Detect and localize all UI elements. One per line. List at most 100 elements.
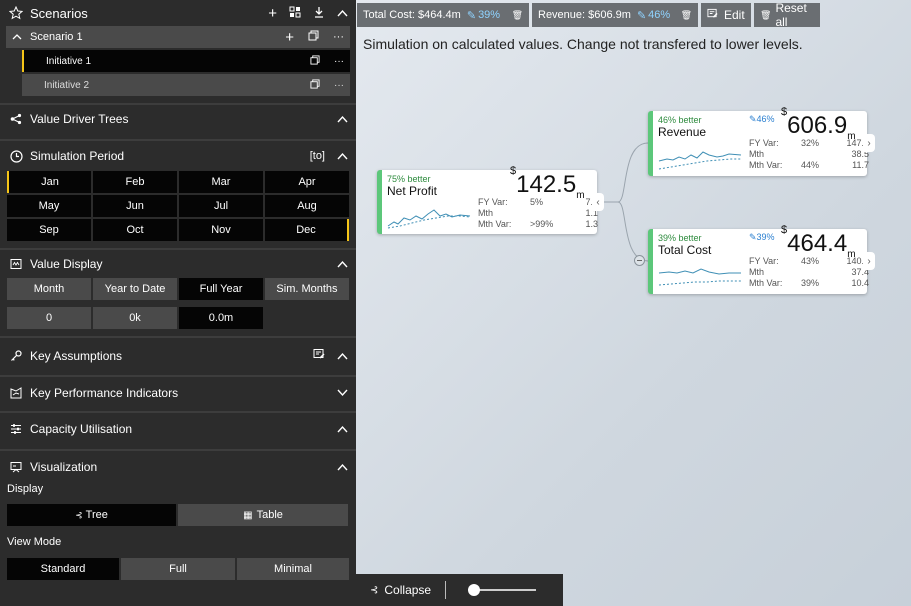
net-profit-card[interactable]: 75% better Net Profit $142.5m FY Var:5%7… [377, 165, 598, 234]
tree-label: Tree [85, 509, 108, 521]
value-text: 464.4 [787, 230, 848, 257]
kpi-title: Key Performance Indicators [30, 386, 179, 400]
chevron-left-icon[interactable]: ‹ [592, 193, 604, 211]
value-display-header[interactable]: Value Display [0, 250, 356, 278]
value-driver-trees-header[interactable]: Value Driver Trees [0, 105, 356, 133]
month-apr[interactable]: Apr [265, 171, 349, 193]
divider [445, 581, 447, 599]
slider-thumb[interactable] [468, 584, 481, 596]
display-tree-button[interactable]: ⊰ Tree [7, 504, 176, 526]
chevron-up-icon[interactable] [337, 349, 348, 363]
period-badge[interactable]: [to] [310, 150, 325, 162]
divider [0, 133, 356, 141]
cell: 1.3 [585, 218, 598, 229]
view-mode-toggle: Standard Full Minimal [0, 558, 356, 580]
chevron-up-icon[interactable] [337, 460, 348, 474]
star-icon [8, 5, 24, 21]
row: Mth Var: >99% 1.3 [478, 218, 598, 229]
net-profit-sparkline [387, 209, 471, 229]
collapse-button[interactable]: Collapse [384, 583, 431, 597]
visualization-title: Visualization [30, 460, 98, 474]
format-thousands[interactable]: 0k [93, 307, 177, 329]
mode-month[interactable]: Month [7, 278, 91, 300]
more-icon[interactable]: ··· [334, 80, 344, 91]
scenario-1-row[interactable]: Scenario 1 + ··· [6, 26, 350, 48]
view-minimal-button[interactable]: Minimal [237, 558, 349, 580]
chevron-down-icon[interactable] [337, 386, 348, 400]
download-icon[interactable] [313, 6, 325, 21]
sliders-icon [8, 421, 24, 437]
chevron-right-icon[interactable]: › [863, 252, 875, 270]
cell: 44% [801, 159, 820, 170]
minus-circle-icon[interactable] [634, 255, 645, 266]
value-mode-row: Month Year to Date Full Year Sim. Months [0, 278, 356, 300]
month-jun[interactable]: Jun [93, 195, 177, 217]
visualization-icon [8, 459, 24, 475]
cell: Mth Var: [749, 277, 783, 288]
cell: FY Var: [478, 196, 508, 207]
chevron-up-icon[interactable] [337, 149, 348, 163]
revenue-table: FY Var: 32% 147.5 Mth 38.5 Mth Var: 44% 11.7 [749, 137, 869, 170]
display-label: Display [7, 483, 44, 495]
chevron-up-icon[interactable] [337, 112, 348, 126]
cell: 32% [801, 137, 820, 148]
capacity-header[interactable]: Capacity Utilisation [0, 413, 356, 445]
key-assumptions-header[interactable]: Key Assumptions [0, 338, 356, 373]
month-nov[interactable]: Nov [179, 219, 263, 241]
edit-list-icon[interactable] [313, 348, 325, 363]
main-canvas: Total Cost: $464.4m ✎ 39% 🗑︎ Revenue: $6… [356, 0, 911, 606]
month-dec[interactable]: Dec [265, 219, 349, 241]
view-full-button[interactable]: Full [121, 558, 235, 580]
mode-full-year[interactable]: Full Year [179, 278, 263, 300]
row: FY Var: 32% 147.5 [749, 137, 869, 148]
format-units[interactable]: 0 [7, 307, 91, 329]
copy-icon[interactable] [310, 54, 320, 68]
chevron-up-icon[interactable] [12, 31, 22, 43]
chevron-up-icon[interactable] [337, 422, 348, 436]
scenarios-title: Scenarios [30, 5, 88, 21]
revenue-card[interactable]: 46% better Revenue ✎46% $606.9m FY Var: 3… [648, 106, 869, 176]
format-millions[interactable]: 0.0m [179, 307, 263, 329]
month-sep[interactable]: Sep [7, 219, 91, 241]
add-icon[interactable]: + [285, 29, 294, 46]
initiative-2-row[interactable]: Initiative 2 ··· [22, 74, 350, 96]
mode-ytd[interactable]: Year to Date [93, 278, 177, 300]
month-feb[interactable]: Feb [93, 171, 177, 193]
zoom-slider[interactable] [468, 584, 540, 596]
total-cost-card[interactable]: 39% better Total Cost ✎39% $464.4m FY Va… [648, 224, 869, 294]
month-may[interactable]: May [7, 195, 91, 217]
visualization-header[interactable]: Visualization [0, 451, 356, 483]
month-aug[interactable]: Aug [265, 195, 349, 217]
copy-icon[interactable] [310, 78, 320, 92]
mode-sim-months[interactable]: Sim. Months [265, 278, 349, 300]
divider [0, 96, 356, 105]
month-jan[interactable]: Jan [7, 171, 91, 193]
kpi-icon [8, 385, 24, 401]
row: FY Var:5%7.1 [478, 196, 598, 207]
grid-add-icon[interactable] [289, 6, 301, 21]
kpi-header[interactable]: Key Performance Indicators [0, 377, 356, 409]
display-table-button[interactable]: ▦ Table [178, 504, 348, 526]
month-grid: Jan Feb Mar Apr May Jun Jul Aug Sep Oct … [0, 171, 356, 241]
clock-icon [8, 148, 24, 164]
copy-icon[interactable] [308, 30, 319, 44]
value-display-title: Value Display [30, 257, 103, 271]
chevron-up-icon[interactable] [337, 6, 348, 20]
simulation-period-header[interactable]: Simulation Period [to] [0, 141, 356, 171]
pct-text: 39% [756, 232, 775, 242]
scenarios-header[interactable]: Scenarios + [0, 0, 356, 26]
row: Mth Var: 39% 10.4 [749, 277, 869, 288]
month-jul[interactable]: Jul [179, 195, 263, 217]
chevron-right-icon[interactable]: › [863, 134, 875, 152]
total-cost-table: FY Var: 43% 140.4 Mth 37.4 Mth Var: 39% 10.4 [749, 255, 869, 288]
revenue-better: 46% better [658, 115, 702, 125]
chevron-up-icon[interactable] [337, 257, 348, 271]
add-icon[interactable]: + [268, 5, 277, 22]
more-icon[interactable]: ··· [333, 31, 344, 43]
initiative-1-row[interactable]: Initiative 1 ··· [22, 50, 350, 72]
month-mar[interactable]: Mar [179, 171, 263, 193]
view-standard-button[interactable]: Standard [7, 558, 119, 580]
capacity-title: Capacity Utilisation [30, 422, 133, 436]
more-icon[interactable]: ··· [334, 56, 344, 67]
month-oct[interactable]: Oct [93, 219, 177, 241]
